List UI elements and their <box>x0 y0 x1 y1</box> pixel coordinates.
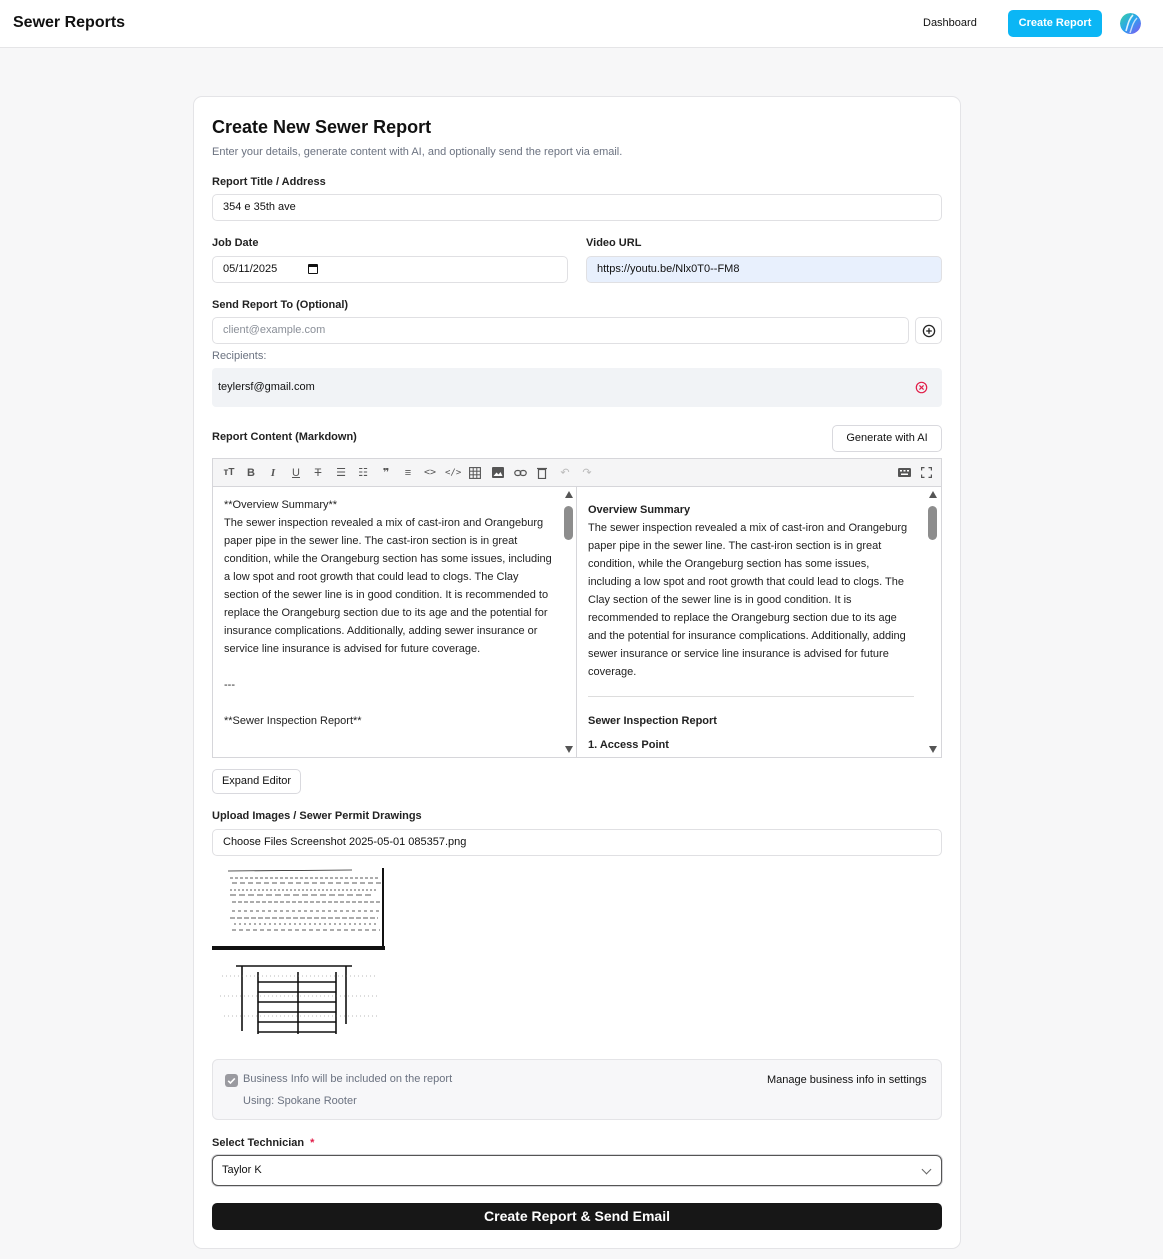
page-title: Create New Sewer Report <box>212 117 432 137</box>
scroll-down-icon[interactable] <box>929 746 937 753</box>
uploaded-image-thumbnail[interactable] <box>212 956 385 1042</box>
preview-scrollbar[interactable] <box>926 487 940 757</box>
redo-icon[interactable]: ↷ <box>579 465 595 481</box>
user-avatar[interactable] <box>1120 13 1141 34</box>
expand-editor-button[interactable]: Expand Editor <box>212 769 301 794</box>
scroll-down-icon[interactable] <box>565 746 573 753</box>
heading-icon[interactable]: тT <box>221 465 237 481</box>
required-marker: * <box>310 1137 315 1149</box>
keyboard-icon[interactable] <box>896 465 912 481</box>
scroll-up-icon[interactable] <box>565 491 573 498</box>
job-date-value: 05/11/2025 <box>223 263 278 275</box>
video-url-input[interactable]: https://youtu.be/Nlx0T0--FM8 <box>586 256 942 283</box>
uploaded-image-thumbnail[interactable] <box>212 866 385 952</box>
technician-label-text: Select Technician <box>212 1137 305 1149</box>
strikethrough-icon[interactable]: T <box>310 465 326 481</box>
generate-ai-button[interactable]: Generate with AI <box>832 425 942 452</box>
chevron-down-icon <box>921 1164 932 1175</box>
image-icon[interactable] <box>490 465 506 481</box>
source-scrollbar[interactable] <box>562 487 576 757</box>
calendar-icon[interactable] <box>308 264 318 274</box>
preview-heading-overview: Overview Summary <box>588 504 691 516</box>
job-date-label: Job Date <box>212 237 259 249</box>
report-title-label: Report Title / Address <box>212 176 326 188</box>
clear-icon[interactable] <box>534 465 550 481</box>
editor-toolbar: тT B I U T ☰ ☷ ❞ ≡ <> </> ↶ ↷ <box>213 459 941 487</box>
technician-select[interactable]: Taylor K <box>212 1155 942 1186</box>
file-upload-input[interactable]: Choose Files Screenshot 2025-05-01 08535… <box>212 829 942 856</box>
recipient-item: teylersf@gmail.com <box>212 368 942 407</box>
undo-icon[interactable]: ↶ <box>557 465 573 481</box>
nav-dashboard-link[interactable]: Dashboard <box>923 17 977 29</box>
preview-paragraph: The sewer inspection revealed a mix of c… <box>588 522 908 678</box>
code-block-icon[interactable]: </> <box>445 465 461 481</box>
scroll-up-icon[interactable] <box>929 491 937 498</box>
scroll-thumb[interactable] <box>928 506 937 540</box>
quote-icon[interactable]: ❞ <box>378 465 394 481</box>
create-report-card: Create New Sewer Report Enter your detai… <box>193 96 961 1249</box>
manage-business-info-link[interactable]: Manage business info in settings <box>767 1074 927 1086</box>
create-report-send-button[interactable]: Create Report & Send Email <box>212 1203 942 1230</box>
italic-icon[interactable]: I <box>265 465 281 481</box>
fullscreen-icon[interactable] <box>918 465 934 481</box>
markdown-source-pane[interactable]: **Overview Summary** The sewer inspectio… <box>213 487 577 757</box>
technician-selected-value: Taylor K <box>222 1164 262 1176</box>
recipients-label: Recipients: <box>212 350 267 362</box>
plus-circle-icon <box>922 324 936 338</box>
bold-icon[interactable]: B <box>243 465 259 481</box>
nav-create-report-button[interactable]: Create Report <box>1008 10 1102 37</box>
top-navbar: Sewer Reports Dashboard Create Report <box>0 0 1163 48</box>
technician-label: Select Technician * <box>212 1137 314 1149</box>
preview-heading-report: Sewer Inspection Report <box>588 715 717 727</box>
remove-recipient-icon[interactable] <box>915 381 928 397</box>
markdown-preview-pane: Overview Summary The sewer inspection re… <box>577 487 941 757</box>
recipient-email: teylersf@gmail.com <box>218 381 315 393</box>
bullet-list-icon[interactable]: ☰ <box>333 465 349 481</box>
markdown-editor[interactable]: тT B I U T ☰ ☷ ❞ ≡ <> </> ↶ ↷ **Overview… <box>212 458 942 758</box>
avatar-icon <box>1120 13 1141 34</box>
report-content-label: Report Content (Markdown) <box>212 431 357 443</box>
page-subtitle: Enter your details, generate content wit… <box>212 146 623 158</box>
business-info-checkbox[interactable] <box>225 1074 238 1087</box>
markdown-preview: Overview Summary The sewer inspection re… <box>588 501 914 754</box>
underline-icon[interactable]: U <box>288 465 304 481</box>
code-icon[interactable]: <> <box>422 465 438 481</box>
business-info-panel: Business Info will be included on the re… <box>212 1059 942 1120</box>
markdown-source-text[interactable]: **Overview Summary** The sewer inspectio… <box>224 496 554 730</box>
preview-heading-access-point: 1. Access Point <box>588 739 669 751</box>
video-url-label: Video URL <box>586 237 642 249</box>
recipient-email-input[interactable]: client@example.com <box>212 317 909 344</box>
business-using-text: Using: Spokane Rooter <box>243 1095 357 1107</box>
checklist-icon[interactable]: ≡ <box>400 465 416 481</box>
send-to-label: Send Report To (Optional) <box>212 299 349 311</box>
job-date-input[interactable]: 05/11/2025 <box>212 256 568 283</box>
add-recipient-button[interactable] <box>915 317 942 344</box>
brand-title[interactable]: Sewer Reports <box>13 14 125 32</box>
ordered-list-icon[interactable]: ☷ <box>355 465 371 481</box>
table-icon[interactable] <box>467 465 483 481</box>
link-icon[interactable] <box>512 465 528 481</box>
upload-label: Upload Images / Sewer Permit Drawings <box>212 810 422 822</box>
scroll-thumb[interactable] <box>564 506 573 540</box>
report-title-input[interactable]: 354 e 35th ave <box>212 194 942 221</box>
preview-divider <box>588 696 914 697</box>
business-info-text: Business Info will be included on the re… <box>243 1073 453 1085</box>
check-icon <box>227 1077 236 1085</box>
